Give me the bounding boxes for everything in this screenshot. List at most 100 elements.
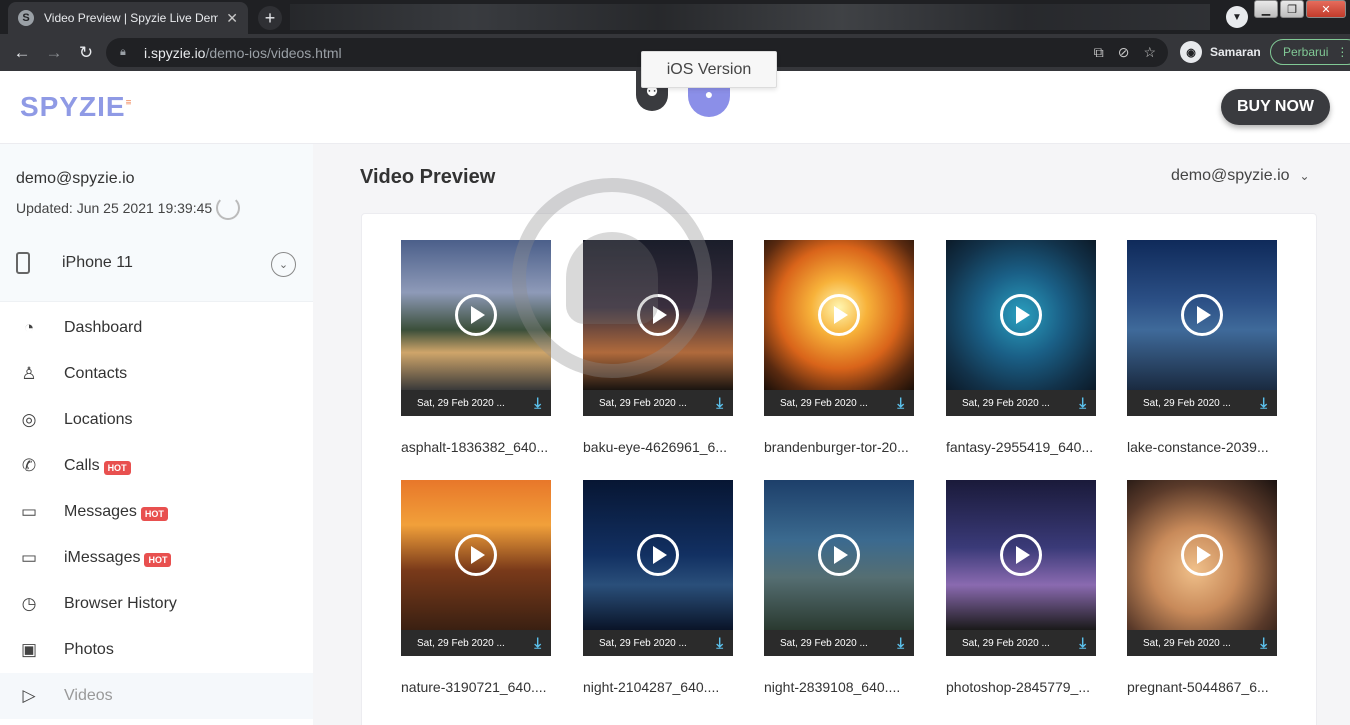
sidebar-item-contacts[interactable]: ♙ Contacts [0,351,313,397]
video-thumbnail[interactable] [764,240,914,390]
play-icon[interactable] [818,294,860,336]
video-card[interactable]: Sat, 29 Feb 2020 ... ⤓ baku-eye-4626961_6.… [583,240,733,455]
video-card[interactable]: Sat, 29 Feb 2020 ... ⤓ fantasy-2955419_640… [946,240,1096,455]
video-filename: night-2104287_640.... [583,679,720,695]
video-thumbnail[interactable] [583,480,733,630]
video-card[interactable]: Sat, 29 Feb 2020 ... ⤓ night-2104287_640..… [583,480,733,695]
video-card[interactable]: Sat, 29 Feb 2020 ... ⤓ pregnant-5044867_6.… [1127,480,1277,695]
video-date-bar: Sat, 29 Feb 2020 ... ⤓ [764,390,914,416]
video-card[interactable]: Sat, 29 Feb 2020 ... ⤓ photoshop-2845779_.… [946,480,1096,695]
download-icon[interactable]: ⤓ [534,635,541,652]
video-thumbnail[interactable] [401,240,551,390]
browser-tab[interactable]: S Video Preview | Spyzie Live Demo ✕ [8,2,248,34]
video-card[interactable]: Sat, 29 Feb 2020 ... ⤓ brandenburger-tor-2… [764,240,914,455]
download-icon[interactable]: ⤓ [716,635,723,652]
video-date-bar: Sat, 29 Feb 2020 ... ⤓ [1127,390,1277,416]
video-card[interactable]: Sat, 29 Feb 2020 ... ⤓ lake-constance-2039… [1127,240,1277,455]
last-updated: Updated: Jun 25 2021 19:39:45 [16,200,213,216]
play-icon[interactable] [1181,294,1223,336]
sidebar-item-label: iMessages [64,549,141,566]
sidebar-item-photos[interactable]: ▣ Photos [0,627,313,673]
video-card[interactable]: Sat, 29 Feb 2020 ... ⤓ night-2839108_640..… [764,480,914,695]
account-email: demo@spyzie.io [16,170,135,187]
translate-icon[interactable]: ⧉ [1094,44,1104,61]
sidebar-item-label: Locations [64,411,133,428]
play-icon[interactable] [637,534,679,576]
download-icon[interactable]: ⤓ [897,395,904,412]
play-icon[interactable] [818,534,860,576]
address-bar[interactable]: 🔒︎ i.spyzie.io/demo-ios/videos.html ⧉ ⊘ … [106,38,1168,67]
video-date: Sat, 29 Feb 2020 ... [780,637,868,649]
spyzie-logo[interactable]: SPYZIE≡ [20,91,132,123]
reload-icon[interactable]: ↻ [74,41,98,65]
video-thumbnail[interactable] [1127,480,1277,630]
gauge-icon: ◔ [23,318,35,337]
close-icon[interactable]: ✕ [226,10,238,27]
video-filename: night-2839108_640.... [764,679,901,695]
forward-arrow-icon[interactable]: → [42,41,66,65]
sidebar-item-messages[interactable]: ▭ Messages HOT [0,489,313,535]
video-thumbnail[interactable] [1127,240,1277,390]
play-icon[interactable] [1000,294,1042,336]
eye-off-icon[interactable]: ⊘ [1118,44,1130,61]
download-icon[interactable]: ⤓ [1260,635,1267,652]
logo-mark-icon: ≡ [125,97,133,109]
back-arrow-icon[interactable]: ← [10,41,34,65]
account-panel: demo@spyzie.io Updated: Jun 25 2021 19:3… [0,144,313,302]
video-filename: photoshop-2845779_... [946,679,1091,695]
sidebar-item-label: Videos [64,687,113,704]
download-icon[interactable]: ⤓ [1079,635,1086,652]
new-tab-button[interactable]: + [258,6,282,30]
sidebar-item-locations[interactable]: ◎ Locations [0,397,313,443]
download-icon[interactable]: ⤓ [1079,395,1086,412]
incognito-profile[interactable]: ◉ Samaran [1180,41,1261,63]
video-thumbnail[interactable] [946,480,1096,630]
video-card[interactable]: Sat, 29 Feb 2020 ... ⤓ nature-3190721_640.… [401,480,551,695]
device-selector[interactable]: iPhone 11 [16,252,133,274]
sidebar-item-label: Calls [64,457,100,474]
tab-search-icon[interactable]: ▼ [1226,6,1248,28]
user-menu[interactable]: demo@spyzie.io ⌄ [1171,167,1310,185]
sidebar-item-videos[interactable]: ▷ Videos [0,673,313,719]
sidebar-item-dashboard[interactable]: ◔ Dashboard [0,305,313,351]
chevron-down-icon[interactable]: ⌄ [271,252,296,277]
video-thumbnail[interactable] [401,480,551,630]
video-icon: ▷ [22,686,36,705]
video-thumbnail[interactable] [583,240,733,390]
download-icon[interactable]: ⤓ [1260,395,1267,412]
star-icon[interactable]: ☆ [1143,44,1156,61]
download-icon[interactable]: ⤓ [534,395,541,412]
video-date: Sat, 29 Feb 2020 ... [417,397,505,409]
sidebar-item-calls[interactable]: ✆ Calls HOT [0,443,313,489]
blurred-background [290,4,1210,30]
play-icon[interactable] [455,294,497,336]
download-icon[interactable]: ⤓ [897,635,904,652]
kebab-menu-icon[interactable]: ⋮ [1336,45,1348,59]
video-filename: baku-eye-4626961_6... [583,439,727,455]
window-close-button[interactable]: ✕ [1306,0,1346,18]
chevron-down-icon: ⌄ [1299,169,1310,183]
maximize-button[interactable]: ❐ [1280,0,1304,18]
play-icon[interactable] [1181,534,1223,576]
play-icon[interactable] [637,294,679,336]
update-button[interactable]: Perbarui ⋮ [1270,39,1350,65]
refresh-icon[interactable] [216,196,240,220]
play-icon[interactable] [1000,534,1042,576]
video-date-bar: Sat, 29 Feb 2020 ... ⤓ [764,630,914,656]
video-thumbnail[interactable] [764,480,914,630]
sidebar-item-imessages[interactable]: ▭ iMessages HOT [0,535,313,581]
user-email: demo@spyzie.io [1171,167,1290,184]
buy-now-button[interactable]: BUY NOW [1221,89,1330,125]
sidebar-item-browser-history[interactable]: ◷ Browser History [0,581,313,627]
minimize-button[interactable]: ▁ [1254,0,1278,18]
incognito-icon: ◉ [1180,41,1202,63]
video-date: Sat, 29 Feb 2020 ... [1143,397,1231,409]
url-path: /demo-ios/videos.html [205,44,342,61]
video-card[interactable]: Sat, 29 Feb 2020 ... ⤓ asphalt-1836382_640… [401,240,551,455]
download-icon[interactable]: ⤓ [716,395,723,412]
video-date: Sat, 29 Feb 2020 ... [780,397,868,409]
video-thumbnail[interactable] [946,240,1096,390]
spyzie-favicon-icon: S [18,10,34,26]
play-icon[interactable] [455,534,497,576]
video-date-bar: Sat, 29 Feb 2020 ... ⤓ [946,630,1096,656]
